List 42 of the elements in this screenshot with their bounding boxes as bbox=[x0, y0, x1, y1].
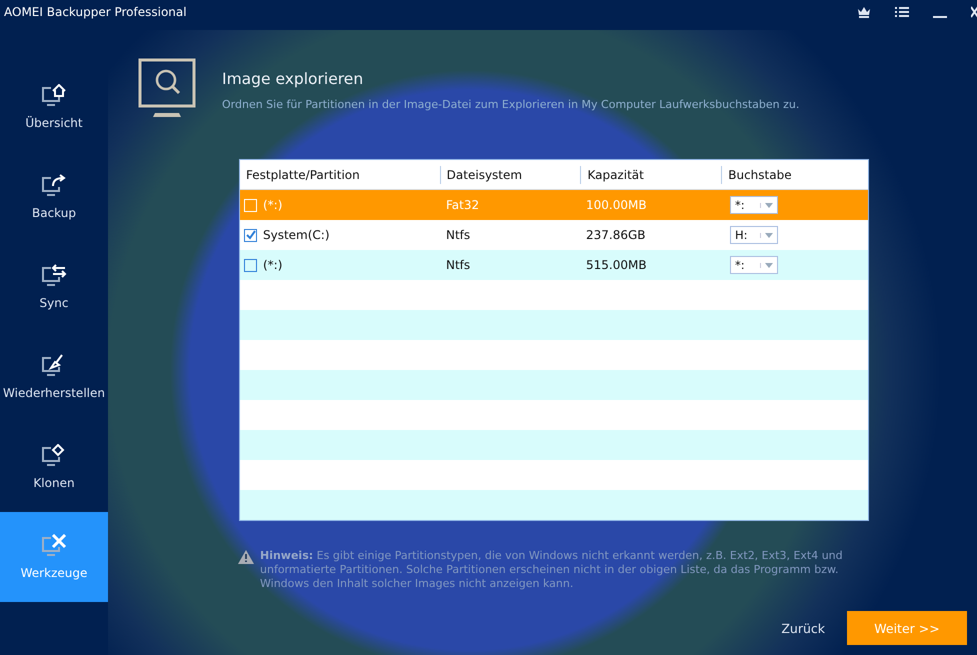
table-cell-text: 515.00MB bbox=[585, 258, 648, 272]
back-button[interactable]: Zurück bbox=[781, 620, 825, 636]
letter-dropdown[interactable]: *: bbox=[730, 256, 778, 274]
monitor-search-icon bbox=[138, 58, 196, 120]
monitor-diamond-icon bbox=[41, 444, 67, 468]
monitor-arrow-icon bbox=[41, 174, 67, 198]
table-row[interactable]: (*:) Ntfs 515.00MB *: bbox=[240, 250, 868, 280]
table-cell-text: 237.86GB bbox=[585, 228, 647, 242]
dropdown-arrow-icon bbox=[760, 262, 773, 268]
table-cell: (*:) bbox=[263, 198, 282, 212]
table-cell: (*:) bbox=[263, 258, 282, 272]
checkbox[interactable] bbox=[244, 258, 257, 272]
dropdown-arrow-icon bbox=[760, 202, 773, 208]
column-header[interactable]: Kapazität bbox=[581, 166, 722, 184]
table-cell-text: 100.00MB bbox=[585, 198, 648, 212]
page-title: Image explorieren bbox=[222, 70, 364, 88]
column-header[interactable]: Festplatte/Partition bbox=[240, 166, 441, 184]
column-header[interactable]: Dateisystem bbox=[440, 166, 582, 184]
table-cell-text: Ntfs bbox=[445, 258, 472, 272]
sidebar-item[interactable]: Wiederherstellen bbox=[0, 332, 108, 422]
dropdown-arrow-icon bbox=[760, 232, 773, 238]
monitor-tools-icon bbox=[41, 534, 67, 558]
checkbox[interactable] bbox=[244, 228, 257, 242]
table-cell: System(C:) bbox=[263, 228, 330, 242]
sidebar-item[interactable]: Backup bbox=[0, 152, 108, 242]
window-title: AOMEI Backupper Professional bbox=[4, 5, 187, 19]
menu-icon[interactable] bbox=[895, 6, 909, 18]
letter-dropdown[interactable]: *: bbox=[730, 196, 778, 214]
sidebar-item[interactable]: Klonen bbox=[0, 422, 108, 512]
table-cell-text: Fat32 bbox=[445, 198, 480, 212]
letter-dropdown[interactable]: H: bbox=[730, 226, 778, 244]
table-row[interactable]: (*:) Fat32 100.00MB *: bbox=[240, 190, 868, 220]
crown-icon[interactable] bbox=[857, 6, 871, 18]
monitor-arrows-icon bbox=[41, 264, 67, 288]
monitor-house-icon bbox=[41, 84, 67, 108]
column-header[interactable]: Buchstabe bbox=[722, 166, 868, 184]
table-cell-text: Ntfs bbox=[445, 228, 472, 242]
page-description: Ordnen Sie für Partitionen in der Image-Datei zum Explorieren in My Computer Laufwerksbuchstaben zu. bbox=[222, 98, 800, 111]
warning-icon bbox=[238, 550, 254, 564]
sidebar-item[interactable]: Sync bbox=[0, 242, 108, 332]
close-icon[interactable] bbox=[971, 6, 977, 18]
sidebar-item[interactable]: Übersicht bbox=[0, 62, 108, 152]
